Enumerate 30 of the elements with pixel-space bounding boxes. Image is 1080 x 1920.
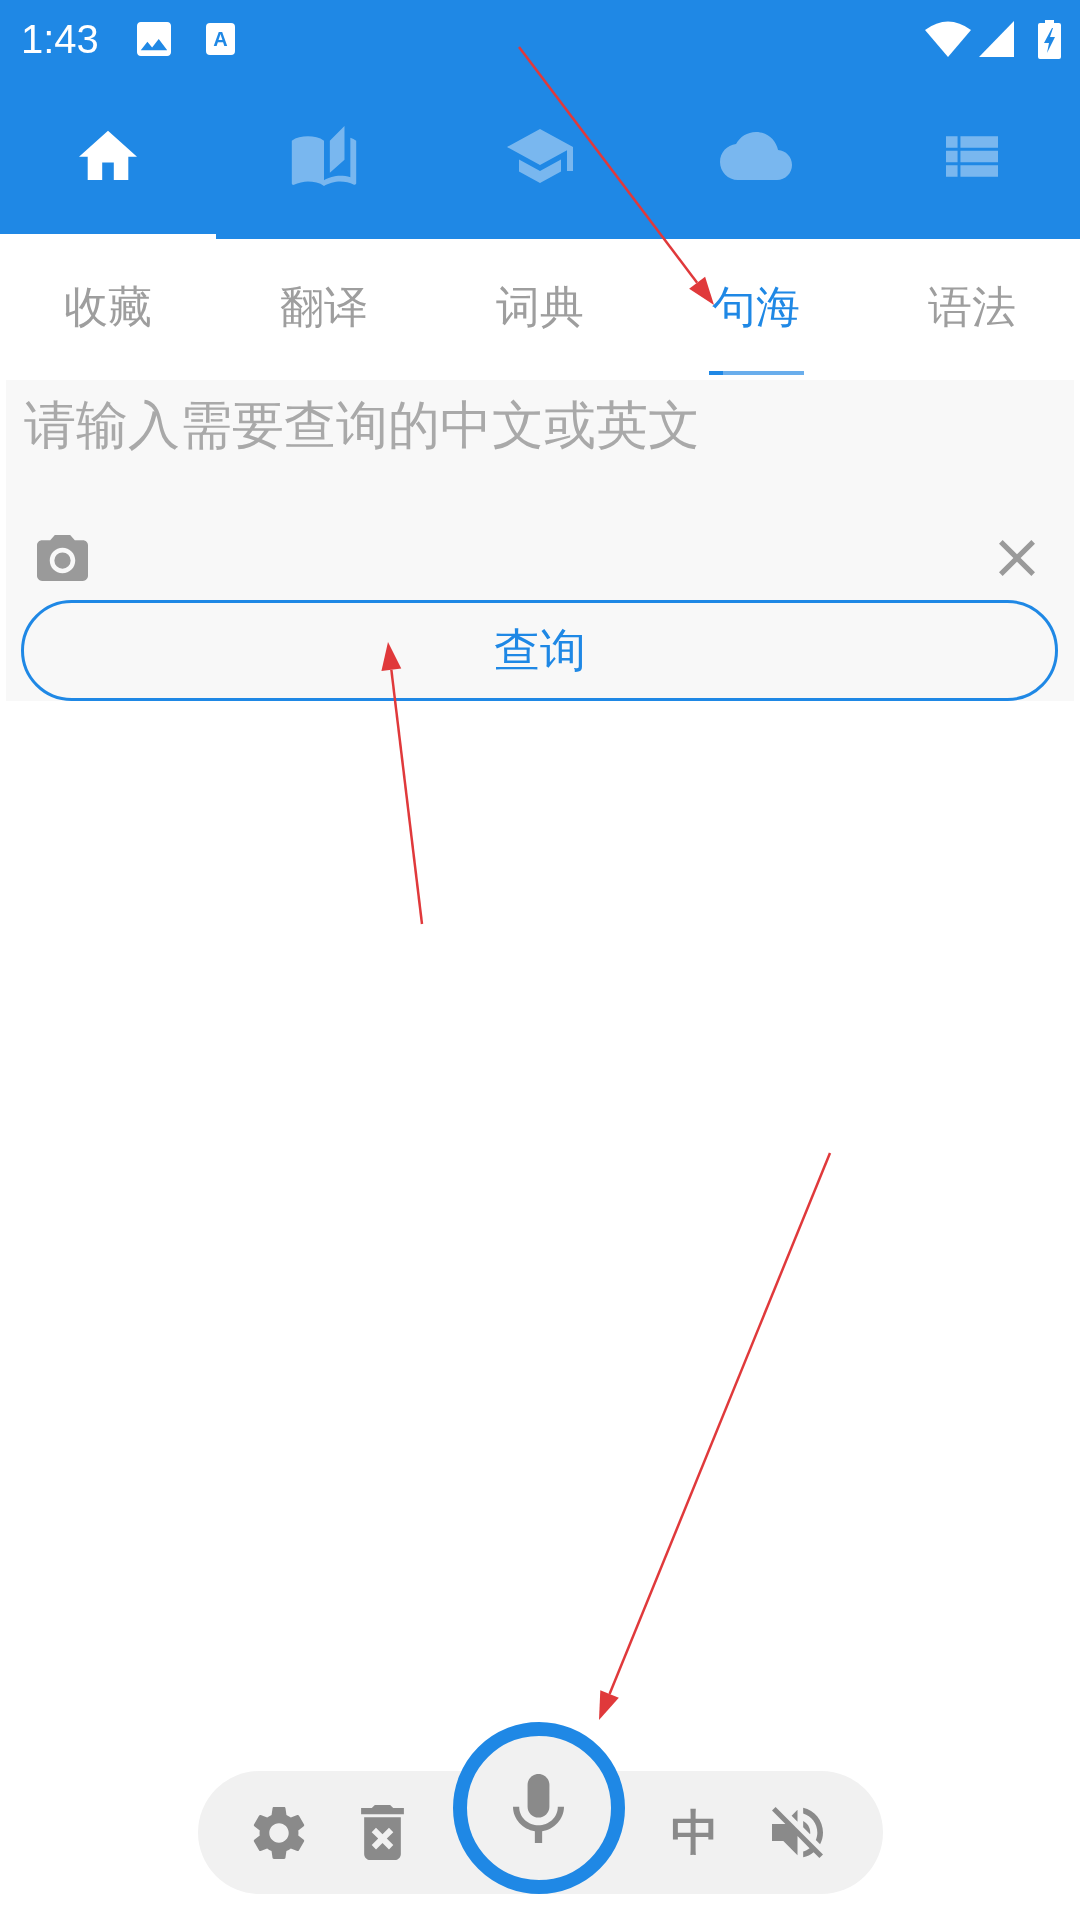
tab[interactable]: 收藏 bbox=[0, 239, 216, 375]
home-icon bbox=[79, 130, 137, 182]
signal-icon bbox=[979, 21, 1014, 57]
cloud-icon bbox=[720, 132, 792, 180]
tab[interactable]: 句海 bbox=[648, 239, 864, 375]
search-box[interactable]: 请输入需要查询的中文或英文 查询 bbox=[6, 380, 1074, 701]
close-icon bbox=[999, 540, 1035, 576]
clear-button[interactable] bbox=[999, 540, 1035, 576]
search-input[interactable]: 请输入需要查询的中文或英文 bbox=[6, 380, 1074, 525]
battery-icon bbox=[1038, 19, 1061, 59]
tab[interactable]: 语法 bbox=[864, 239, 1080, 375]
tab[interactable]: 翻译 bbox=[216, 239, 432, 375]
microphone-icon bbox=[513, 1771, 564, 1845]
image-icon bbox=[136, 22, 171, 56]
language-button[interactable]: 中 bbox=[667, 1806, 722, 1859]
settings-button[interactable] bbox=[251, 1805, 306, 1860]
status-time: 1:43 bbox=[21, 19, 99, 59]
app-notification-icon: A bbox=[205, 23, 235, 55]
settings-icon bbox=[251, 1805, 306, 1860]
camera-icon bbox=[37, 535, 88, 581]
camera-button[interactable] bbox=[37, 535, 88, 581]
graduation-cap-icon bbox=[507, 129, 573, 183]
query-button[interactable]: 查询 bbox=[21, 600, 1058, 701]
speaker-muted-icon bbox=[772, 1807, 823, 1858]
sound-button[interactable] bbox=[770, 1807, 825, 1858]
book-icon bbox=[291, 126, 357, 186]
trash-icon bbox=[361, 1805, 404, 1860]
wifi-icon bbox=[925, 21, 971, 57]
tab[interactable]: 词典 bbox=[432, 239, 648, 375]
list-icon bbox=[946, 135, 998, 177]
